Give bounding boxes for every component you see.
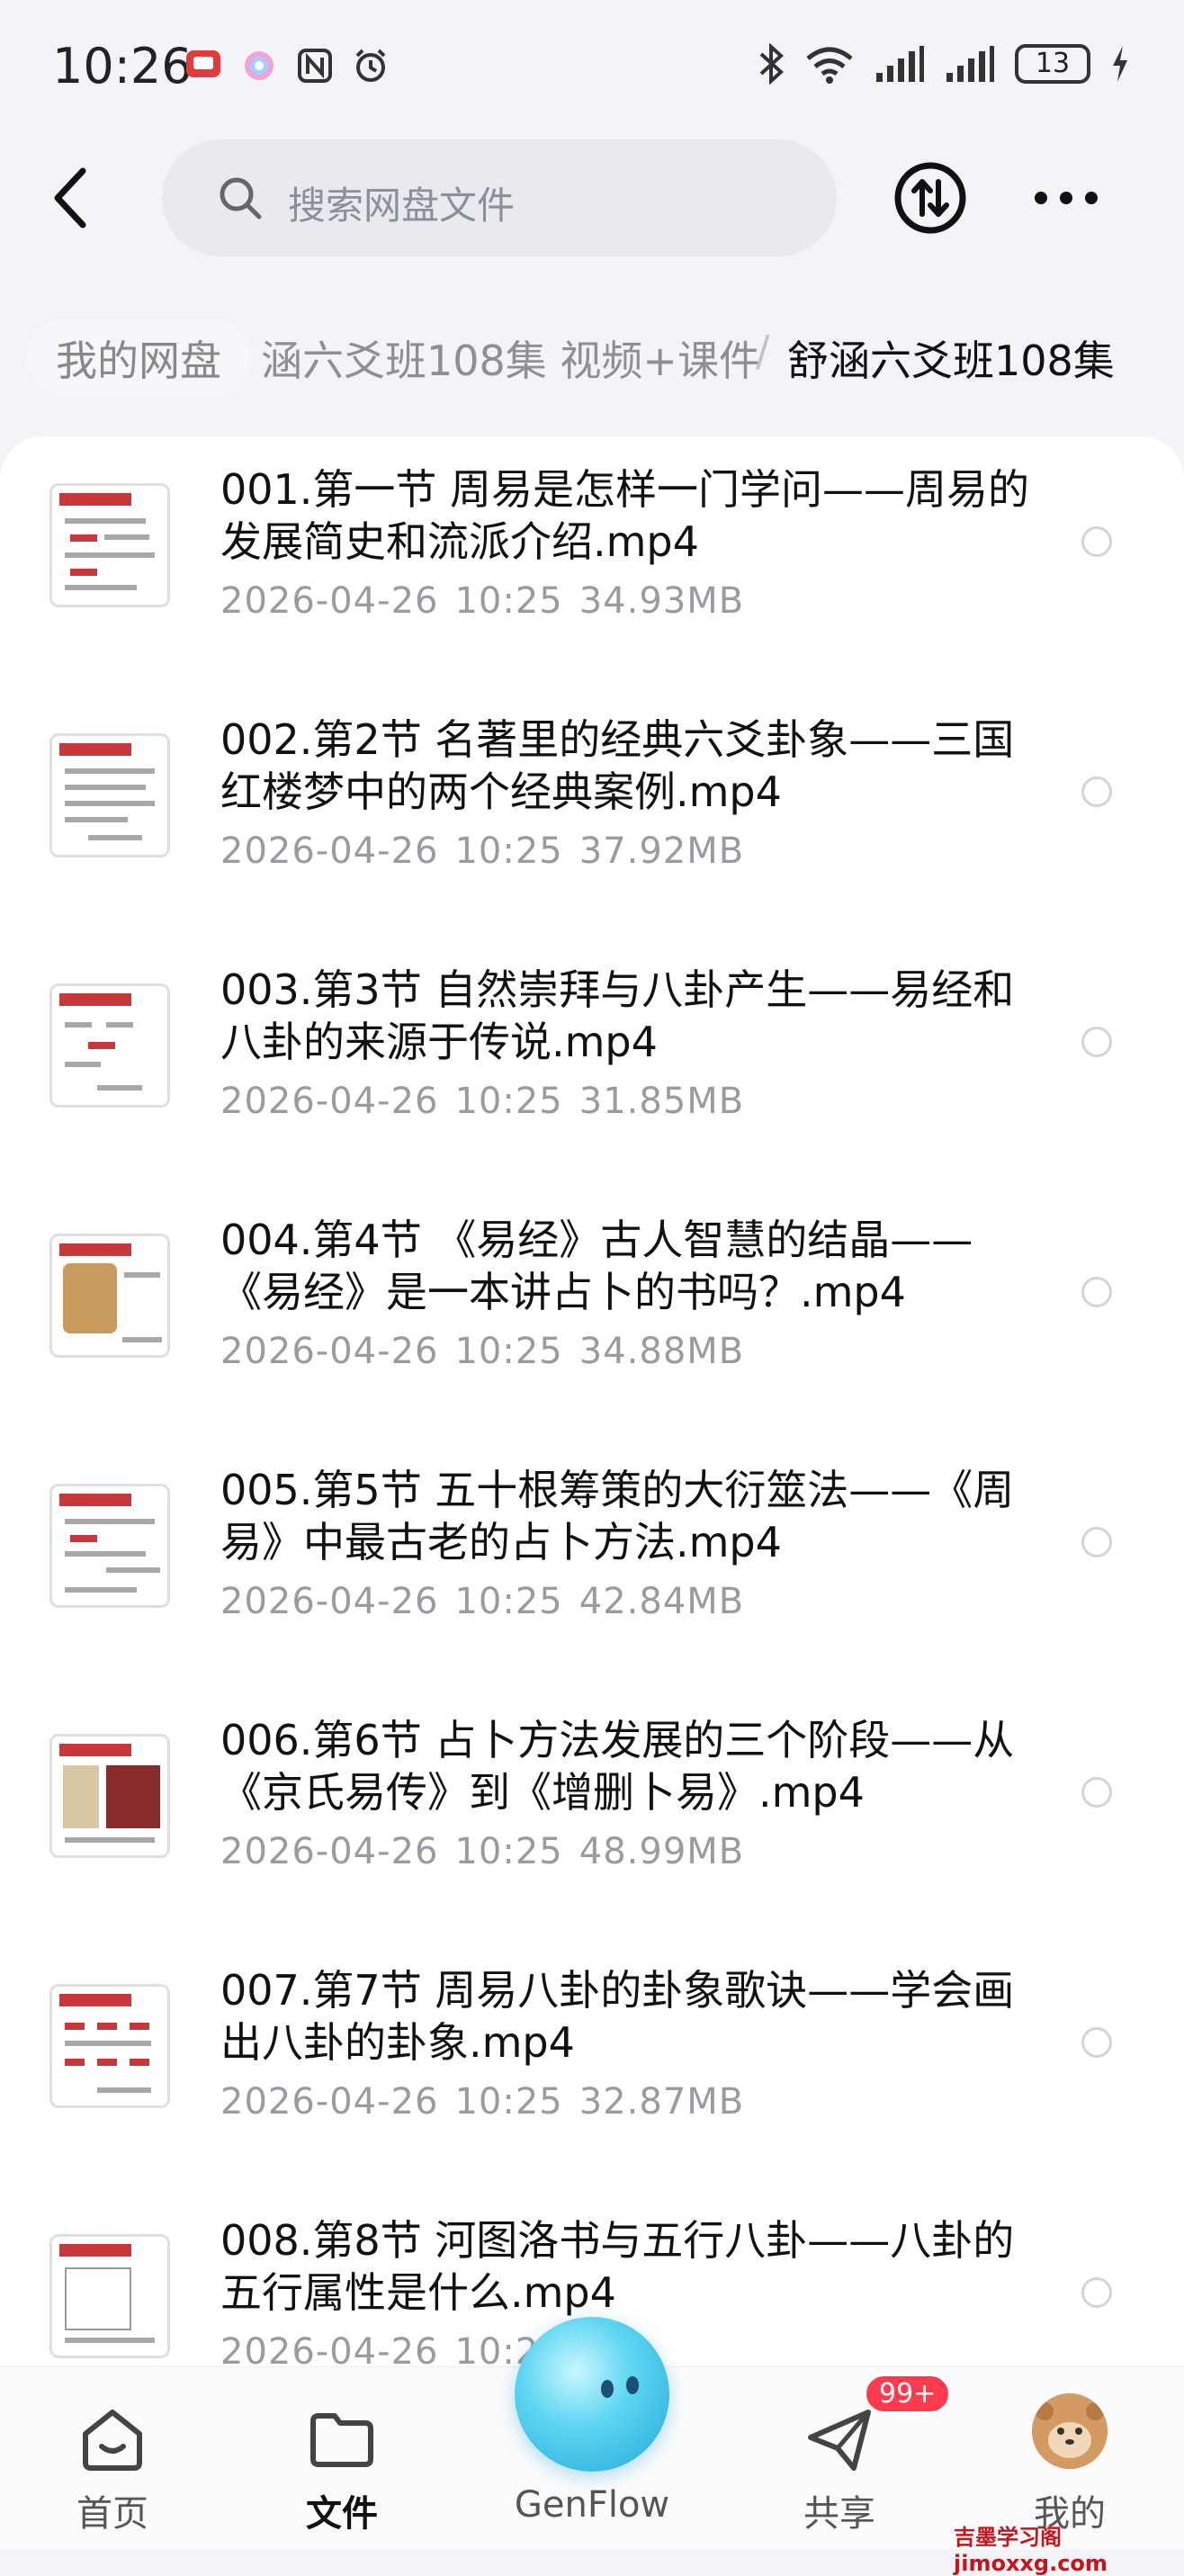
signal-icon-1 xyxy=(876,46,924,82)
select-radio[interactable] xyxy=(1081,776,1112,807)
nav-home-label: 首页 xyxy=(76,2493,148,2535)
back-button[interactable] xyxy=(45,162,99,234)
file-row[interactable]: 004.第4节 《易经》古人智慧的结晶——《易经》是一本讲占卜的书吗？.mp4 … xyxy=(0,1187,1184,1437)
file-size: 31.85MB xyxy=(579,1081,745,1122)
transfer-icon[interactable] xyxy=(892,160,968,236)
video-thumbnail xyxy=(49,1234,170,1358)
home-icon xyxy=(83,2410,142,2471)
bluetooth-icon xyxy=(759,43,784,85)
select-radio[interactable] xyxy=(1081,1777,1112,1808)
file-title: 006.第6节 占卜方法发展的三个阶段——从《京氏易传》到《增删卜易》.mp4 xyxy=(220,1716,1015,1817)
wifi-icon xyxy=(806,47,853,84)
select-radio[interactable] xyxy=(1081,1527,1112,1557)
file-time: 10:25 xyxy=(454,1331,563,1372)
file-row[interactable]: 006.第6节 占卜方法发展的三个阶段——从《京氏易传》到《增删卜易》.mp4 … xyxy=(0,1687,1184,1937)
file-time: 10:25 xyxy=(454,1081,563,1122)
file-list: 001.第一节 周易是怎样一门学问——周易的发展简史和流派介绍.mp4 2026… xyxy=(0,436,1184,2416)
file-size: 48.99MB xyxy=(579,1831,745,1872)
file-size: 34.93MB xyxy=(579,580,745,622)
file-time: 10:25 xyxy=(454,1831,563,1872)
status-bar: 10:26 13 xyxy=(0,0,1184,135)
file-date: 2026-04-26 xyxy=(220,1831,439,1872)
breadcrumb: 我的网盘 涵六爻班108集 视频+课件 / 舒涵六爻班108集 xyxy=(0,319,1184,400)
status-clock: 10:26 xyxy=(52,38,193,94)
file-meta: 2026-04-26 10:25 42.84MB xyxy=(220,1581,760,1622)
file-date: 2026-04-26 xyxy=(220,1331,439,1372)
file-date: 2026-04-26 xyxy=(220,830,439,872)
file-meta: 2026-04-26 10:25 37.92MB xyxy=(220,830,760,872)
file-title: 001.第一节 周易是怎样一门学问——周易的发展简史和流派介绍.mp4 xyxy=(220,465,1030,566)
send-icon xyxy=(808,2410,871,2471)
video-thumbnail xyxy=(49,1484,170,1608)
nfc-icon xyxy=(298,49,332,83)
file-time: 10:25 xyxy=(454,1581,563,1622)
file-meta: 2026-04-26 10:25 34.93MB xyxy=(220,580,760,622)
share-badge: 99+ xyxy=(864,2374,952,2414)
select-radio[interactable] xyxy=(1081,526,1112,557)
file-row[interactable]: 002.第2节 名著里的经典六爻卦象——三国红楼梦中的两个经典案例.mp4 20… xyxy=(0,687,1184,937)
colorful-app-icon xyxy=(245,51,274,80)
nav-files-label: 文件 xyxy=(306,2493,378,2535)
video-thumbnail xyxy=(49,733,170,857)
more-options-icon[interactable] xyxy=(1030,180,1102,216)
file-title: 003.第3节 自然崇拜与八卦产生——易经和八卦的来源于传说.mp4 xyxy=(220,965,1015,1066)
nav-home[interactable]: 首页 xyxy=(31,2367,193,2547)
video-thumbnail xyxy=(49,2234,170,2358)
battery-indicator: 13 xyxy=(1015,44,1090,84)
file-date: 2026-04-26 xyxy=(220,1581,439,1622)
video-thumbnail xyxy=(49,483,170,607)
file-size: 32.87MB xyxy=(579,2081,745,2123)
file-meta: 2026-04-26 10:25 34.88MB xyxy=(220,1331,760,1372)
status-system-icons: 13 xyxy=(758,43,1130,85)
profile-avatar-icon xyxy=(1032,2393,1108,2469)
breadcrumb-parent[interactable]: 涵六爻班108集 视频+课件 xyxy=(261,328,760,388)
app-notification-icon xyxy=(186,50,220,77)
file-row[interactable]: 001.第一节 周易是怎样一门学问——周易的发展简史和流派介绍.mp4 2026… xyxy=(0,436,1184,687)
nav-genflow-label: GenFlow xyxy=(514,2484,670,2526)
file-title: 008.第8节 河图洛书与五行八卦——八卦的五行属性是什么.mp4 xyxy=(220,2216,1015,2317)
search-input[interactable]: 搜索网盘文件 xyxy=(162,139,837,256)
avatar[interactable] xyxy=(1032,2393,1108,2469)
file-title: 005.第5节 五十根筹策的大衍筮法——《周易》中最古老的占卜方法.mp4 xyxy=(220,1466,1015,1566)
search-placeholder: 搜索网盘文件 xyxy=(288,184,516,228)
file-row[interactable]: 003.第3节 自然崇拜与八卦产生——易经和八卦的来源于传说.mp4 2026-… xyxy=(0,937,1184,1187)
signal-icon-2 xyxy=(946,46,994,82)
video-thumbnail xyxy=(49,1734,170,1858)
file-row[interactable]: 005.第5节 五十根筹策的大衍筮法——《周易》中最古老的占卜方法.mp4 20… xyxy=(0,1437,1184,1687)
file-size: 37.92MB xyxy=(579,830,745,872)
file-date: 2026-04-26 xyxy=(220,1081,439,1122)
file-time: 10:25 xyxy=(454,2081,563,2123)
charging-icon xyxy=(1113,46,1127,82)
nav-share-label: 共享 xyxy=(803,2493,875,2535)
select-radio[interactable] xyxy=(1081,1277,1112,1307)
video-thumbnail xyxy=(49,983,170,1108)
file-date: 2026-04-26 xyxy=(220,580,439,622)
file-size: 42.84MB xyxy=(579,1581,745,1622)
video-thumbnail xyxy=(49,1984,170,2108)
file-row[interactable]: 007.第7节 周易八卦的卦象歌诀——学会画出八卦的卦象.mp4 2026-04… xyxy=(0,1937,1184,2187)
select-radio[interactable] xyxy=(1081,2027,1112,2058)
file-meta: 2026-04-26 10:25 48.99MB xyxy=(220,1831,760,1872)
status-notification-icons xyxy=(184,47,390,85)
alarm-icon xyxy=(355,49,386,82)
file-date: 2026-04-26 xyxy=(220,2081,439,2123)
breadcrumb-separator: / xyxy=(756,327,770,375)
folder-icon xyxy=(310,2413,373,2467)
file-title: 002.第2节 名著里的经典六爻卦象——三国红楼梦中的两个经典案例.mp4 xyxy=(220,715,1015,816)
file-time: 10:25 xyxy=(454,580,563,622)
file-size: 34.88MB xyxy=(579,1331,745,1372)
search-icon xyxy=(220,177,262,220)
file-meta: 2026-04-26 10:25 32.87MB xyxy=(220,2081,760,2123)
genflow-assistant-icon[interactable] xyxy=(515,2317,669,2472)
file-title: 007.第7节 周易八卦的卦象歌诀——学会画出八卦的卦象.mp4 xyxy=(220,1966,1015,2067)
breadcrumb-root[interactable]: 我的网盘 xyxy=(27,319,250,397)
select-radio[interactable] xyxy=(1081,1027,1112,1057)
breadcrumb-current: 舒涵六爻班108集 xyxy=(787,337,1115,385)
select-radio[interactable] xyxy=(1081,2277,1112,2308)
file-time: 10:25 xyxy=(454,830,563,872)
file-meta: 2026-04-26 10:25 31.85MB xyxy=(220,1081,760,1122)
nav-files[interactable]: 文件 xyxy=(261,2367,423,2547)
file-title: 004.第4节 《易经》古人智慧的结晶——《易经》是一本讲占卜的书吗？.mp4 xyxy=(220,1216,973,1316)
